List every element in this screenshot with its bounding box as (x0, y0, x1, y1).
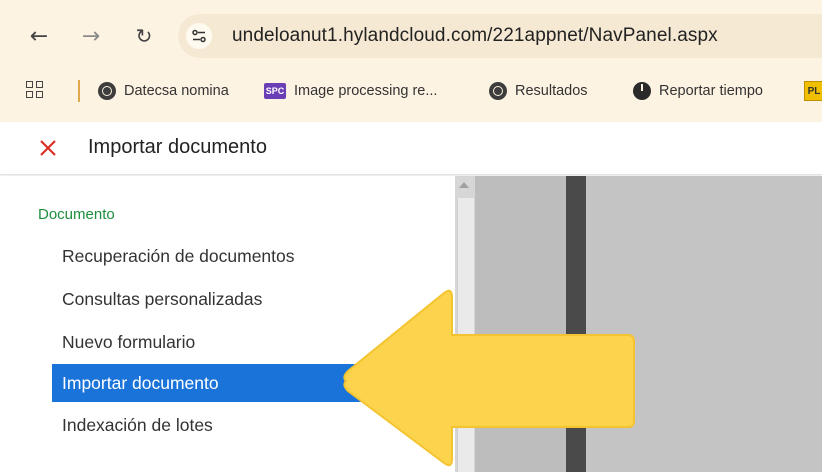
forward-arrow-icon[interactable]: → (77, 22, 105, 50)
timer-icon (633, 82, 651, 100)
url-text[interactable]: undeloanut1.hylandcloud.com/221appnet/Na… (232, 25, 718, 47)
back-arrow-icon[interactable]: ← (25, 22, 53, 50)
scroll-up-arrow-icon[interactable] (459, 182, 469, 188)
annotation-arrow (343, 289, 635, 467)
bookmark-label: Datecsa nomina (124, 83, 229, 99)
spc-logo-icon: SPC (264, 83, 286, 99)
apps-grid-icon[interactable] (26, 81, 44, 99)
close-icon[interactable] (36, 136, 60, 160)
bookmark-label: Resultados (515, 83, 588, 99)
bookmark-label: Image processing re... (294, 83, 438, 99)
section-header-documento: Documento (38, 206, 115, 223)
bookmark-divider (78, 80, 80, 102)
pl-logo-icon: PL (804, 81, 822, 101)
site-settings-icon[interactable] (186, 23, 212, 49)
globe-icon (98, 82, 116, 100)
bookmark-image-processing[interactable]: SPC Image processing re... (264, 79, 437, 103)
bookmark-reportar-tiempo[interactable]: Reportar tiempo (633, 79, 763, 103)
reload-icon[interactable]: ↻ (130, 22, 158, 50)
bookmark-resultados[interactable]: Resultados (489, 79, 588, 103)
bookmark-datecsa[interactable]: Datecsa nomina (98, 79, 229, 103)
nav-item-recuperacion[interactable]: Recuperación de documentos (52, 237, 457, 275)
bookmark-label: Reportar tiempo (659, 83, 763, 99)
bookmark-pl[interactable]: PL (804, 79, 822, 103)
page-title: Importar documento (88, 136, 267, 158)
globe-icon (489, 82, 507, 100)
